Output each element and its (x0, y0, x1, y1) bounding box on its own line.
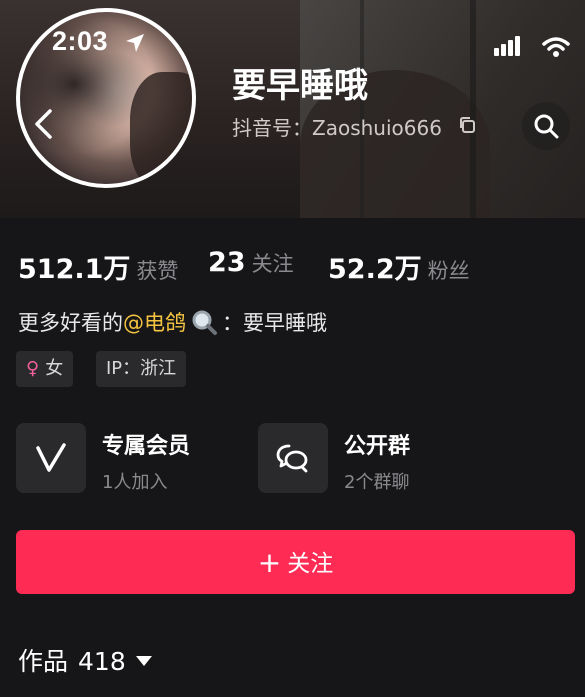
copy-icon[interactable] (458, 116, 476, 134)
stat-followers[interactable]: 52.2万 粉丝 (328, 247, 470, 286)
avatar-shade (130, 72, 192, 184)
v-member-icon (36, 443, 66, 472)
douyin-id: 抖音号：Zaoshuio666 (232, 116, 442, 140)
search-button[interactable] (522, 102, 570, 150)
plus-icon: + (257, 546, 282, 579)
member-card-icon-box[interactable] (16, 423, 86, 493)
cellular-signal-icon (494, 36, 520, 56)
ip-label: IP：浙江 (106, 358, 177, 379)
magnifier-emoji-icon (192, 310, 217, 335)
stat-value: 23 (208, 247, 246, 278)
bio-text: ：要早睡哦 (222, 311, 327, 335)
profile-name: 要早睡哦 (232, 66, 368, 106)
follow-button-label: 关注 (287, 551, 334, 577)
female-icon: ♀ (26, 358, 40, 379)
group-card-icon-box[interactable] (258, 423, 328, 493)
follow-button[interactable]: + 关注 (16, 530, 575, 594)
stat-value: 52.2万 (328, 254, 422, 285)
chat-bubbles-icon (276, 444, 308, 473)
works-label: 作品 (18, 647, 69, 676)
header-bg-frame (360, 0, 364, 218)
member-card-title[interactable]: 专属会员 (102, 428, 190, 460)
profile-bio: 更多好看的@电鸽 ：要早睡哦 (18, 307, 327, 338)
bio-mention-link[interactable]: @电鸽 (123, 311, 186, 335)
location-arrow-icon (126, 34, 144, 52)
status-bar-time: 2:03 (52, 26, 109, 56)
works-count: 418 (78, 647, 126, 676)
group-card-title[interactable]: 公开群 (344, 428, 410, 460)
stat-label: 关注 (251, 252, 294, 276)
stat-value: 512.1万 (18, 254, 131, 285)
group-card-subtitle: 2个群聊 (344, 472, 410, 493)
stat-following[interactable]: 23 关注 (208, 247, 294, 278)
stat-likes[interactable]: 512.1万 获赞 (18, 247, 178, 286)
gender-tag: ♀ 女 (16, 351, 74, 387)
wifi-icon (542, 37, 570, 57)
ip-location-tag: IP：浙江 (96, 351, 187, 387)
caret-down-icon (135, 656, 152, 666)
gender-label: 女 (45, 358, 64, 379)
member-card-subtitle: 1人加入 (102, 472, 168, 493)
search-icon (534, 114, 559, 139)
bio-text: 更多好看的 (18, 311, 123, 335)
stat-label: 获赞 (136, 259, 179, 283)
header-bg-frame (470, 0, 476, 218)
works-tab[interactable]: 作品 418 (18, 642, 152, 678)
back-arrow-icon[interactable] (32, 108, 54, 140)
stat-label: 粉丝 (427, 259, 470, 283)
